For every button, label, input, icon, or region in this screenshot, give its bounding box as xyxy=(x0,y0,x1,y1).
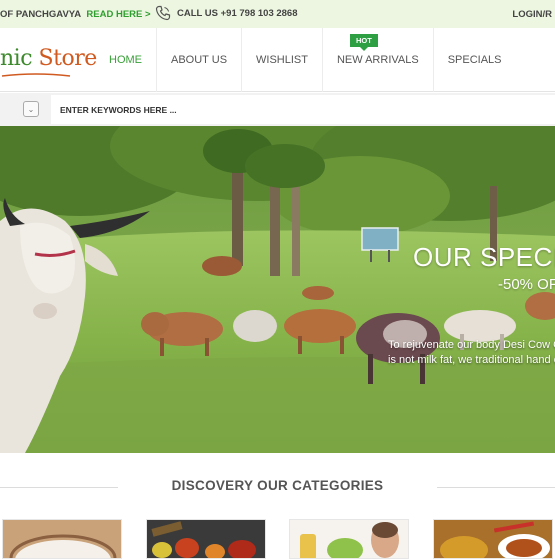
nav-new-arrivals[interactable]: HOT NEW ARRIVALS xyxy=(323,28,434,92)
site-header: nic Store HOME ABOUT US WISHLIST HOT NEW… xyxy=(0,28,555,92)
logo-text-secondary: Store xyxy=(38,46,98,71)
logo-swoosh-icon xyxy=(1,73,71,77)
nav-about-us[interactable]: ABOUT US xyxy=(157,28,243,92)
phone-icon xyxy=(155,5,171,21)
hero-title: OUR SPECIA xyxy=(413,242,555,272)
logo-text-primary: nic xyxy=(0,46,39,71)
category-thumb-beauty[interactable] xyxy=(289,519,409,559)
category-dropdown-toggle[interactable]: ⌄ xyxy=(23,101,39,117)
nav-home-label: HOME xyxy=(109,54,142,66)
categories-heading: DISCOVERY OUR CATEGORIES xyxy=(171,478,384,493)
search-input[interactable] xyxy=(51,95,555,124)
nav-new-arrivals-label: NEW ARRIVALS xyxy=(336,54,419,66)
nav-specials-label: SPECIALS xyxy=(447,54,502,66)
hero-pasture-image xyxy=(0,126,555,453)
hero-banner[interactable]: OUR SPECIA -50% OF To rejuvenate our bod… xyxy=(0,126,555,453)
phone-contact: CALL US +91 798 103 2868 xyxy=(155,5,298,21)
top-bar: OF PANCHGAVYA READ HERE > CALL US +91 79… xyxy=(0,0,555,28)
beauty-image xyxy=(290,520,408,558)
nav-specials[interactable]: SPECIALS xyxy=(434,28,516,92)
phone-number: CALL US +91 798 103 2868 xyxy=(177,7,298,19)
grains-image xyxy=(3,520,121,558)
nav-wishlist-label: WISHLIST xyxy=(256,54,308,66)
nav-wishlist[interactable]: WISHLIST xyxy=(242,28,323,92)
nav-home[interactable]: HOME xyxy=(95,28,157,92)
heading-divider-right xyxy=(437,487,555,488)
nav-about-label: ABOUT US xyxy=(171,54,228,66)
chevron-down-icon: ⌄ xyxy=(27,104,35,114)
promo-label: OF PANCHGAVYA xyxy=(0,9,81,20)
category-thumb-grains[interactable] xyxy=(2,519,122,559)
hero-discount: -50% OF xyxy=(498,276,555,293)
login-register-link[interactable]: LOGIN/R xyxy=(512,9,552,20)
category-thumb-spices[interactable] xyxy=(146,519,266,559)
hot-badge: HOT xyxy=(349,34,378,51)
categories-section: DISCOVERY OUR CATEGORIES xyxy=(0,453,555,559)
store-logo[interactable]: nic Store xyxy=(0,46,98,77)
read-here-link[interactable]: READ HERE > xyxy=(86,9,150,20)
honey-image xyxy=(434,520,552,558)
main-nav: HOME ABOUT US WISHLIST HOT NEW ARRIVALS … xyxy=(95,28,516,92)
hero-description: To rejuvenate our body Desi Cow Ghee is … xyxy=(388,339,555,366)
search-bar: ⌄ xyxy=(0,93,555,126)
promo-text: OF PANCHGAVYA READ HERE > xyxy=(0,9,151,20)
category-thumb-honey[interactable] xyxy=(433,519,553,559)
spices-image xyxy=(147,520,265,558)
